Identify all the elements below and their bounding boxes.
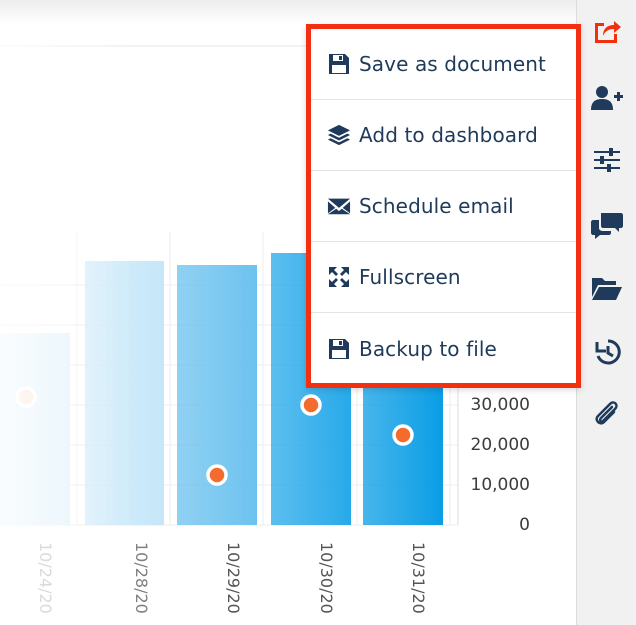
add-user-icon [591, 86, 623, 110]
marker-10-30-20[interactable] [300, 394, 322, 416]
menu-label: Add to dashboard [359, 123, 538, 147]
history-button[interactable] [577, 330, 636, 374]
menu-label: Fullscreen [359, 265, 461, 289]
menu-label: Schedule email [359, 194, 514, 218]
right-toolbar [576, 0, 636, 625]
sliders-icon [594, 148, 620, 172]
y-tick-label: 0 [519, 515, 530, 535]
menu-label: Save as document [359, 52, 546, 76]
share-dropdown-menu: Save as document Add to dashboard Schedu… [306, 24, 581, 388]
add-user-button[interactable] [577, 76, 636, 120]
floppy-icon [327, 52, 351, 76]
x-tick-label: 10/30/20 [317, 542, 336, 614]
attach-button[interactable] [577, 392, 636, 436]
menu-item-add-to-dashboard[interactable]: Add to dashboard [311, 100, 576, 171]
menu-item-fullscreen[interactable]: Fullscreen [311, 242, 576, 313]
share-icon [595, 21, 621, 43]
y-tick-label: 30,000 [470, 395, 530, 415]
y-tick-label: 10,000 [470, 475, 530, 495]
folder-open-icon [592, 278, 622, 300]
history-icon [595, 339, 621, 365]
filter-settings-button[interactable] [577, 138, 636, 182]
comments-button[interactable] [577, 203, 636, 247]
bar-10-29-20[interactable] [177, 265, 257, 525]
share-button[interactable] [577, 8, 636, 52]
paperclip-icon [595, 401, 618, 425]
bar-10-24-20[interactable] [0, 333, 70, 525]
x-tick-label: 10/28/20 [132, 542, 151, 614]
bar-10-28-20[interactable] [85, 261, 164, 525]
marker-10-31-20[interactable] [392, 424, 414, 446]
app-stage: 0 10,000 20,000 30,000 10/24/20 10/28/20 10/2… [0, 0, 636, 625]
marker-10-24-20[interactable] [15, 386, 37, 408]
marker-10-29-20[interactable] [206, 464, 228, 486]
open-folder-button[interactable] [577, 266, 636, 310]
y-tick-label: 20,000 [470, 435, 530, 455]
envelope-icon [327, 194, 351, 218]
menu-item-backup-to-file[interactable]: Backup to file [311, 313, 576, 384]
menu-item-save-as-document[interactable]: Save as document [311, 29, 576, 100]
menu-item-schedule-email[interactable]: Schedule email [311, 171, 576, 242]
menu-label: Backup to file [359, 336, 497, 361]
fullscreen-icon [327, 265, 351, 289]
x-tick-label: 10/24/20 [36, 542, 55, 614]
floppy-icon [327, 337, 351, 361]
x-tick-label: 10/31/20 [409, 542, 428, 614]
layers-icon [327, 123, 351, 147]
x-tick-label: 10/29/20 [224, 542, 243, 614]
comments-icon [591, 213, 623, 239]
